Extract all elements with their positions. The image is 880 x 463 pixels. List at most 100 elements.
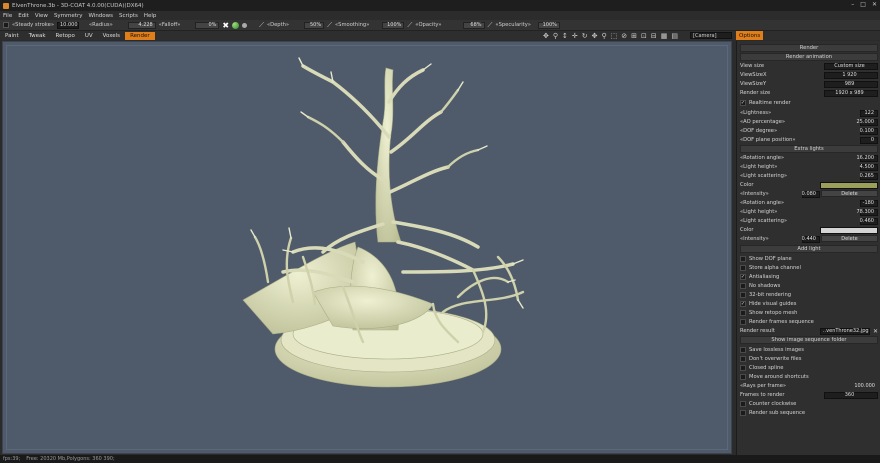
symmetry-icon[interactable]: ⊟ bbox=[651, 32, 657, 40]
light1-scattering-field[interactable]: 0.265 bbox=[860, 172, 878, 180]
frame-icon[interactable]: ⬚ bbox=[611, 32, 618, 40]
smoothing-slider[interactable]: 100% bbox=[382, 21, 405, 29]
view-size-x-field[interactable]: 1 920 bbox=[824, 71, 878, 79]
tab-voxels[interactable]: Voxels bbox=[98, 32, 125, 40]
close-icon[interactable]: ✕ bbox=[872, 1, 877, 8]
move-icon[interactable]: ✛ bbox=[572, 32, 578, 40]
menu-edit[interactable]: Edit bbox=[18, 13, 29, 19]
fps-readout: fps:39; bbox=[3, 456, 21, 462]
tab-options[interactable]: Options bbox=[736, 31, 764, 40]
save-lossless-checkbox[interactable] bbox=[740, 347, 746, 353]
rays-per-frame-field[interactable]: 100.000 bbox=[854, 383, 878, 390]
view-size-y-field[interactable]: 989 bbox=[824, 80, 878, 88]
save-lossless-label: Save lossless images bbox=[749, 347, 804, 353]
zoom-icon[interactable]: ⚲ bbox=[602, 32, 607, 40]
render-result-clear-icon[interactable]: ✕ bbox=[873, 328, 878, 335]
material-dot-icon[interactable] bbox=[242, 22, 248, 28]
grid-icon[interactable]: ⊞ bbox=[631, 32, 637, 40]
specularity-curve-icon[interactable]: ⟋ bbox=[488, 21, 493, 30]
menu-windows[interactable]: Windows bbox=[88, 13, 113, 19]
menu-view[interactable]: View bbox=[35, 13, 48, 19]
light1-delete-button[interactable]: Delete bbox=[821, 190, 878, 197]
tab-render[interactable]: Render bbox=[125, 31, 155, 40]
dof-degree-field[interactable]: 0.100 bbox=[860, 127, 878, 135]
reset-icon[interactable]: ⊘ bbox=[621, 32, 627, 40]
antialiasing-label: Antialiasing bbox=[749, 274, 780, 280]
view-icon[interactable]: ▤ bbox=[671, 32, 678, 40]
rotate-icon[interactable]: ↻ bbox=[582, 32, 588, 40]
move-around-shortcuts-checkbox[interactable] bbox=[740, 374, 746, 380]
show-retopo-mesh-label: Show retopo mesh bbox=[749, 310, 798, 316]
tab-paint[interactable]: Paint bbox=[0, 32, 24, 40]
navigate-icon[interactable]: ✥ bbox=[543, 32, 549, 40]
counter-clockwise-label: Counter clockwise bbox=[749, 401, 797, 407]
menu-symmetry[interactable]: Symmetry bbox=[54, 13, 83, 19]
light2-scattering-field[interactable]: 0.460 bbox=[860, 217, 878, 225]
opacity-curve-icon[interactable]: ⟋ bbox=[407, 21, 412, 30]
depth-curve-icon[interactable]: ⟋ bbox=[259, 21, 264, 30]
light2-color-swatch[interactable] bbox=[820, 226, 878, 234]
32bit-rendering-checkbox[interactable] bbox=[740, 292, 746, 298]
tab-retopo[interactable]: Retopo bbox=[51, 32, 80, 40]
falloff-close-icon[interactable]: ✖ bbox=[222, 21, 229, 30]
layers-icon[interactable]: ▦ bbox=[661, 32, 668, 40]
hide-visual-guides-checkbox[interactable]: ✓ bbox=[740, 301, 746, 307]
snap-icon[interactable]: ⊡ bbox=[641, 32, 647, 40]
render-result-field[interactable]: ..venThrone32.jpg bbox=[820, 327, 870, 335]
render-frames-sequence-checkbox[interactable] bbox=[740, 319, 746, 325]
add-light-button[interactable]: Add light bbox=[740, 245, 878, 253]
radius-slider[interactable]: 4.228 bbox=[127, 21, 156, 29]
light2-height-field[interactable]: 78.300 bbox=[857, 208, 878, 216]
depth-slider[interactable]: 50% bbox=[304, 21, 325, 29]
light2-delete-button[interactable]: Delete bbox=[821, 235, 878, 242]
counter-clockwise-checkbox[interactable] bbox=[740, 401, 746, 407]
render-animation-button[interactable]: Render animation bbox=[740, 53, 878, 61]
light1-height-field[interactable]: 4.500 bbox=[860, 163, 878, 171]
light1-intensity-field[interactable]: 0.080 bbox=[802, 190, 820, 198]
light1-rotation-field[interactable]: 16.200 bbox=[857, 154, 878, 162]
render-sub-sequence-checkbox[interactable] bbox=[740, 410, 746, 416]
view-size-x-label: ViewSizeX bbox=[740, 72, 767, 78]
maximize-icon[interactable]: □ bbox=[860, 1, 866, 8]
tab-uv[interactable]: UV bbox=[80, 32, 98, 40]
show-image-sequence-folder-button[interactable]: Show image sequence folder bbox=[740, 336, 878, 344]
dont-overwrite-checkbox[interactable] bbox=[740, 356, 746, 362]
view-size-select[interactable]: Custom size bbox=[824, 62, 878, 70]
store-alpha-checkbox[interactable] bbox=[740, 265, 746, 271]
light2-height-label: «Light height» bbox=[740, 209, 778, 215]
hide-visual-guides-label: Hide visual guides bbox=[749, 301, 797, 307]
light1-color-swatch[interactable] bbox=[820, 181, 878, 189]
frames-to-render-field[interactable]: 360 bbox=[824, 391, 878, 399]
light2-rotation-field[interactable]: -180 bbox=[860, 199, 878, 207]
transform-icon[interactable]: ↕ bbox=[562, 32, 568, 40]
tab-tweak[interactable]: Tweak bbox=[24, 32, 51, 40]
opacity-slider[interactable]: 68% bbox=[462, 21, 485, 29]
no-shadows-checkbox[interactable] bbox=[740, 283, 746, 289]
render-viewport[interactable] bbox=[2, 41, 732, 454]
dof-plane-field[interactable]: 0 bbox=[860, 136, 878, 144]
steady-stroke-field[interactable]: 10.000 bbox=[57, 21, 79, 29]
status-bar: fps:39; Free: 20320 Mb,Polygons: 360 390… bbox=[0, 455, 880, 463]
closed-spline-checkbox[interactable] bbox=[740, 365, 746, 371]
ao-percentage-field[interactable]: 25.000 bbox=[857, 118, 878, 126]
camera-select[interactable]: [Camera] bbox=[690, 32, 732, 39]
menu-file[interactable]: File bbox=[3, 13, 12, 19]
show-dof-plane-checkbox[interactable] bbox=[740, 256, 746, 262]
lightness-field[interactable]: 122 bbox=[860, 109, 878, 117]
pan-icon[interactable]: ✥ bbox=[592, 32, 598, 40]
realtime-render-checkbox[interactable]: ✓ bbox=[740, 100, 746, 106]
material-sphere-icon[interactable] bbox=[232, 21, 240, 29]
elven-throne-model bbox=[242, 57, 525, 388]
menu-scripts[interactable]: Scripts bbox=[119, 13, 138, 19]
antialiasing-checkbox[interactable]: ✓ bbox=[740, 274, 746, 280]
falloff-slider[interactable]: 0% bbox=[195, 21, 220, 29]
pin-icon[interactable]: ⚲ bbox=[553, 32, 558, 40]
smoothing-curve-icon[interactable]: ⟋ bbox=[327, 21, 332, 30]
menu-help[interactable]: Help bbox=[144, 13, 157, 19]
steady-stroke-checkbox[interactable] bbox=[3, 22, 9, 28]
minimize-icon[interactable]: – bbox=[851, 1, 854, 8]
show-retopo-mesh-checkbox[interactable] bbox=[740, 310, 746, 316]
specularity-slider[interactable]: 100% bbox=[537, 21, 560, 29]
light2-intensity-field[interactable]: 0.440 bbox=[802, 235, 820, 243]
dof-plane-label: «DOF plane position» bbox=[740, 137, 796, 143]
